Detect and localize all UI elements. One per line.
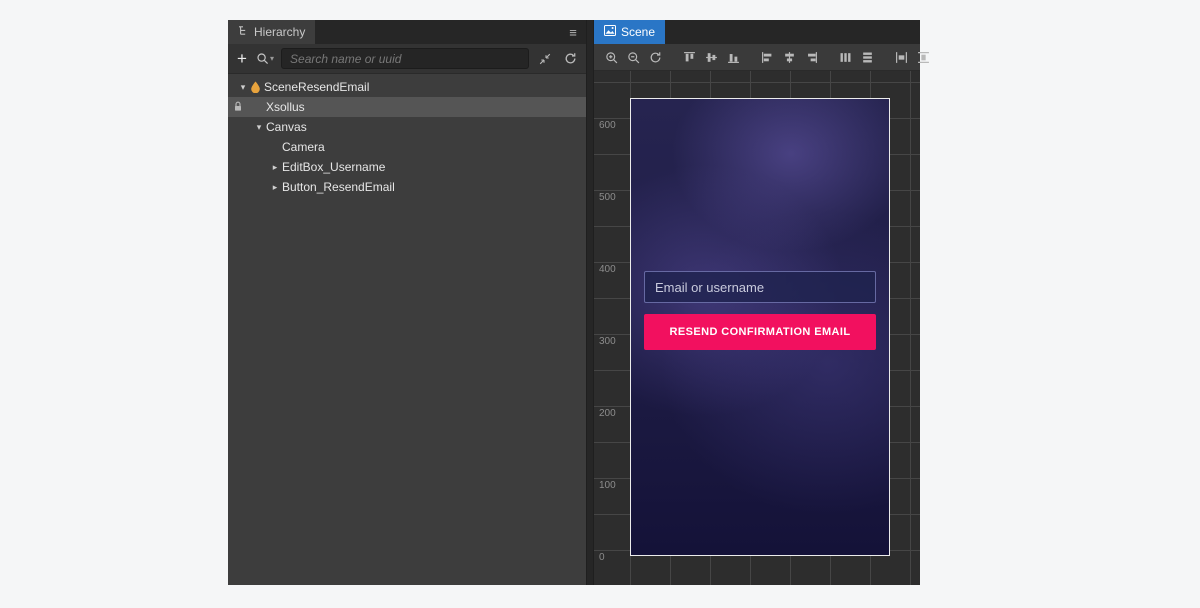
align-right-icon[interactable] — [802, 48, 820, 66]
refresh-icon[interactable] — [561, 50, 579, 68]
scene-tabbar: Scene — [594, 20, 920, 44]
expand-arrow-icon[interactable]: ▾ — [252, 122, 266, 133]
scene-toolbar — [594, 44, 920, 71]
ruler-label: 600 — [599, 120, 616, 131]
expand-arrow-icon[interactable]: ▸ — [268, 162, 282, 173]
align-left-icon[interactable] — [758, 48, 776, 66]
align-vcenter-icon[interactable] — [702, 48, 720, 66]
tree-row[interactable]: ▸EditBox_Username — [228, 157, 586, 177]
tab-scene[interactable]: Scene — [594, 20, 665, 44]
tree-node-label: Canvas — [266, 120, 307, 134]
chevron-down-icon: ▾ — [270, 54, 274, 63]
add-node-button[interactable]: + — [235, 50, 249, 67]
hierarchy-panel: Hierarchy ≡ + ▾ ▾ SceneResendEmail Xsollus… — [228, 20, 586, 585]
ruler-label: 200 — [599, 408, 616, 419]
tree-node-label: Camera — [282, 140, 325, 154]
stretch-horizontal-icon[interactable] — [892, 48, 910, 66]
expand-arrow-icon[interactable]: ▸ — [268, 182, 282, 193]
tree-row[interactable]: Camera — [228, 137, 586, 157]
tabbar-spacer — [315, 20, 560, 44]
collapse-all-icon[interactable] — [536, 50, 554, 68]
distribute-vertical-icon[interactable] — [858, 48, 876, 66]
editbox-username[interactable]: Email or username — [644, 271, 876, 303]
reset-view-icon[interactable] — [646, 48, 664, 66]
scene-tab-icon — [604, 25, 616, 39]
tabbar-spacer — [665, 20, 920, 44]
panel-menu-icon[interactable]: ≡ — [560, 20, 586, 44]
tab-hierarchy[interactable]: Hierarchy — [228, 20, 315, 44]
ruler-label: 500 — [599, 192, 616, 203]
expand-arrow-icon[interactable]: ▾ — [236, 82, 250, 93]
hierarchy-tabbar: Hierarchy ≡ — [228, 20, 586, 44]
tree-row[interactable]: Xsollus — [228, 97, 586, 117]
hierarchy-toolbar: + ▾ — [228, 44, 586, 74]
tab-hierarchy-label: Hierarchy — [254, 25, 305, 39]
resend-email-button[interactable]: RESEND CONFIRMATION EMAIL — [644, 314, 876, 350]
ruler-label: 400 — [599, 264, 616, 275]
hierarchy-icon — [238, 25, 249, 39]
ruler-label: 0 — [599, 552, 605, 563]
align-top-icon[interactable] — [680, 48, 698, 66]
tree-node-label: EditBox_Username — [282, 160, 385, 174]
tree-node-label: SceneResendEmail — [264, 80, 369, 94]
hierarchy-tree: ▾SceneResendEmailXsollus▾CanvasCamera▸Ed… — [228, 74, 586, 585]
search-filter-button[interactable]: ▾ — [256, 52, 274, 65]
scene-panel: Scene Email or username RESEND CONFIRMAT… — [594, 20, 920, 585]
tree-row[interactable]: ▾ SceneResendEmail — [228, 77, 586, 97]
search-input[interactable] — [281, 48, 529, 69]
panel-splitter[interactable] — [586, 20, 594, 585]
tab-scene-label: Scene — [621, 25, 655, 39]
ruler-label: 300 — [599, 336, 616, 347]
game-preview[interactable]: Email or username RESEND CONFIRMATION EM… — [630, 98, 890, 556]
zoom-in-icon[interactable] — [602, 48, 620, 66]
editbox-placeholder: Email or username — [655, 280, 764, 295]
distribute-horizontal-icon[interactable] — [836, 48, 854, 66]
lock-icon[interactable] — [233, 101, 243, 112]
tree-node-label: Xsollus — [266, 100, 305, 114]
zoom-out-icon[interactable] — [624, 48, 642, 66]
tree-row[interactable]: ▸Button_ResendEmail — [228, 177, 586, 197]
ruler-label: 100 — [599, 480, 616, 491]
stretch-vertical-icon[interactable] — [914, 48, 932, 66]
editor-window: Hierarchy ≡ + ▾ ▾ SceneResendEmail Xsollus… — [228, 20, 920, 585]
tree-node-label: Button_ResendEmail — [282, 180, 395, 194]
align-hcenter-icon[interactable] — [780, 48, 798, 66]
tree-row[interactable]: ▾Canvas — [228, 117, 586, 137]
scene-asset-icon — [250, 81, 261, 93]
align-bottom-icon[interactable] — [724, 48, 742, 66]
scene-canvas[interactable]: Email or username RESEND CONFIRMATION EM… — [594, 71, 920, 585]
